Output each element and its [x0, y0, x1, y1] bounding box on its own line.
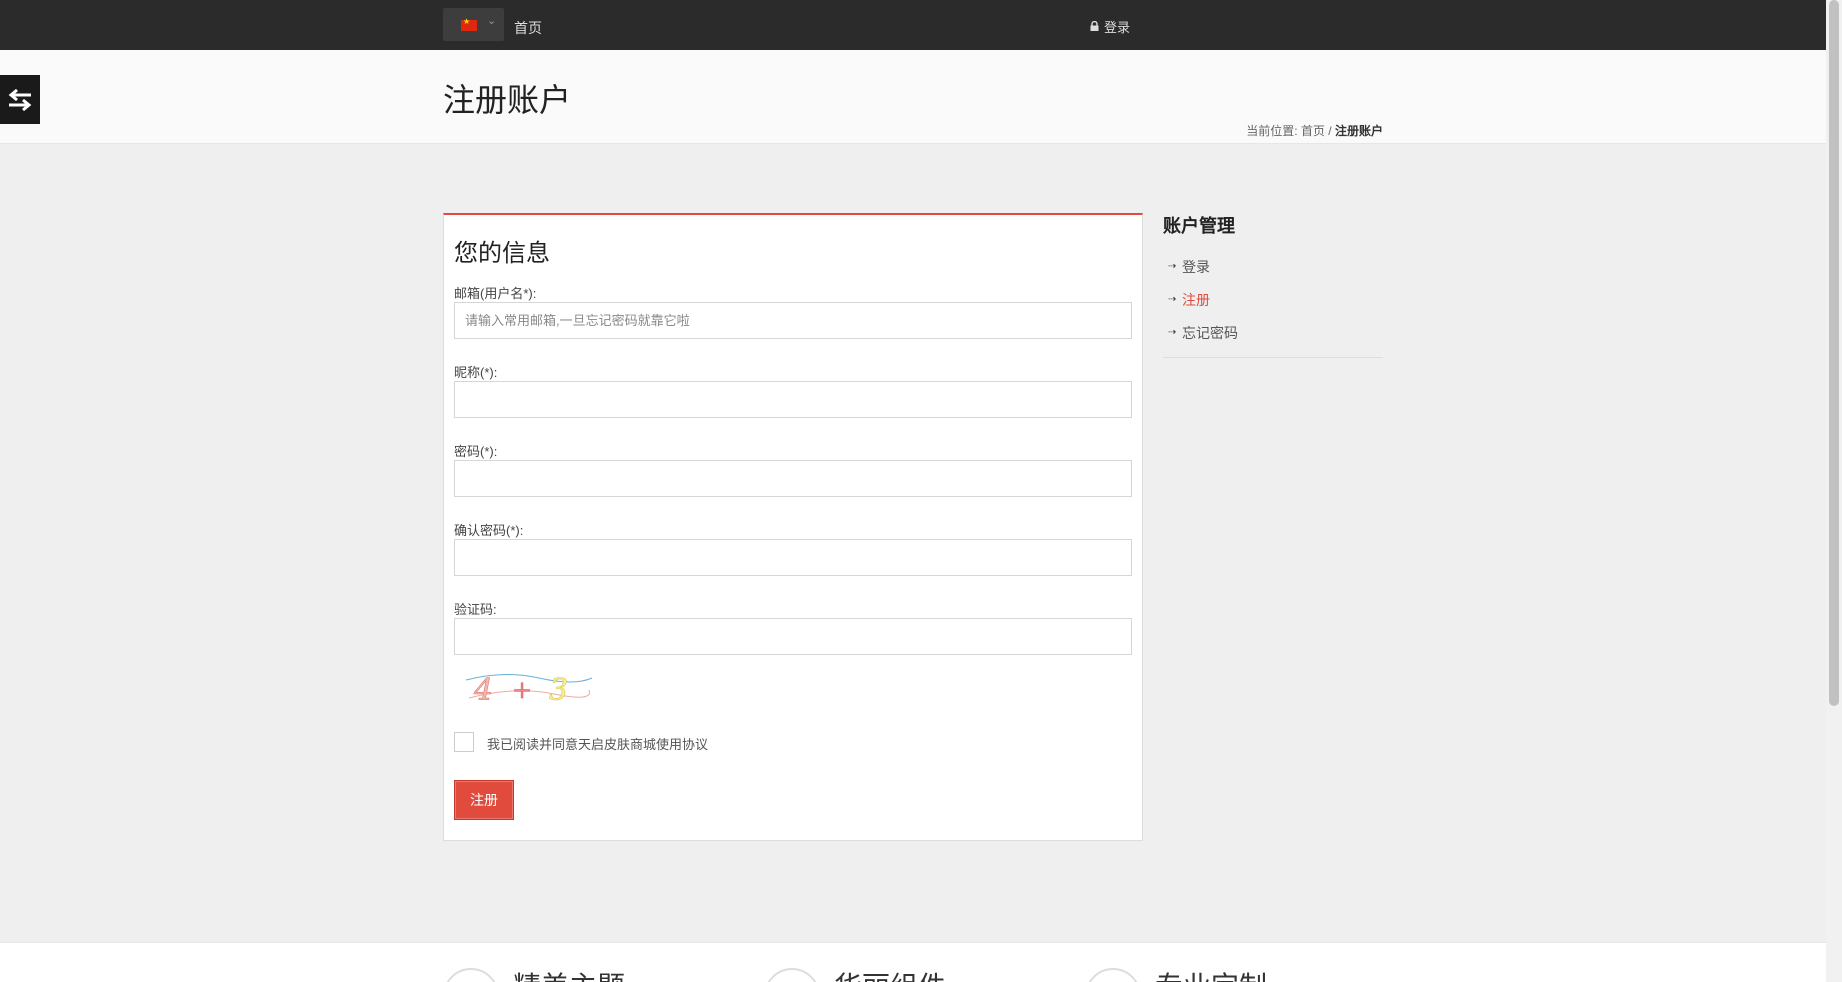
- nickname-input[interactable]: [454, 381, 1132, 418]
- language-selector[interactable]: ⌄: [443, 8, 504, 41]
- email-input[interactable]: [454, 302, 1132, 339]
- email-label: 邮箱(用户名*):: [454, 286, 537, 301]
- lock-icon: [1090, 20, 1099, 31]
- agree-terms-label[interactable]: 我已阅读并同意天启皮肤商城使用协议: [487, 734, 708, 753]
- breadcrumb-prefix: 当前位置:: [1246, 124, 1298, 138]
- top-navbar: ⌄ 首页 登录: [0, 0, 1826, 50]
- svg-text:3: 3: [549, 673, 568, 708]
- arrow-right-icon: ⇢: [1168, 261, 1177, 272]
- login-link[interactable]: 登录: [1090, 17, 1130, 36]
- feature-circle-icon: [1085, 968, 1141, 982]
- registration-form-panel: 您的信息 邮箱(用户名*): 昵称(*): 密码(*): 确认密码(*): 验证…: [443, 213, 1143, 841]
- confirm-password-label: 确认密码(*):: [454, 523, 524, 538]
- password-label: 密码(*):: [454, 444, 498, 459]
- captcha-image[interactable]: 4 + 3: [464, 668, 594, 708]
- nav-home-link[interactable]: 首页: [514, 18, 542, 38]
- captcha-label: 验证码:: [454, 602, 497, 617]
- register-button[interactable]: 注册: [454, 780, 514, 820]
- feature-title: 精美主题: [513, 965, 625, 982]
- feature-title: 专业定制: [1155, 965, 1267, 982]
- menu-item-label: 注册: [1182, 291, 1210, 308]
- password-input[interactable]: [454, 460, 1132, 497]
- svg-text:+: +: [512, 676, 532, 704]
- login-link-label: 登录: [1104, 20, 1131, 35]
- captcha-input[interactable]: [454, 618, 1132, 655]
- feature-item: 华丽组件: [764, 968, 946, 982]
- feature-circle-icon: [443, 968, 499, 982]
- svg-text:4: 4: [473, 673, 493, 708]
- feature-item: 精美主题: [443, 968, 625, 982]
- breadcrumb-home-link[interactable]: 首页: [1301, 124, 1325, 138]
- page-title: 注册账户: [443, 82, 572, 118]
- menu-item-login[interactable]: ⇢ 登录: [1163, 250, 1383, 283]
- page-header: 注册账户 当前位置: 首页 / 注册账户: [0, 50, 1826, 144]
- breadcrumb-separator: /: [1328, 124, 1332, 138]
- feature-title: 华丽组件: [834, 965, 946, 982]
- feature-item: 专业定制: [1085, 968, 1267, 982]
- scrollbar-thumb[interactable]: [1829, 0, 1839, 706]
- confirm-password-input[interactable]: [454, 539, 1132, 576]
- feature-circle-icon: [764, 968, 820, 982]
- arrow-right-icon: ⇢: [1168, 294, 1177, 305]
- breadcrumb-current: 注册账户: [1334, 124, 1383, 138]
- nickname-label: 昵称(*):: [454, 365, 498, 380]
- form-title: 您的信息: [454, 240, 550, 267]
- menu-item-label: 忘记密码: [1182, 324, 1238, 341]
- breadcrumb: 当前位置: 首页 / 注册账户: [1246, 122, 1383, 139]
- chevron-down-icon: ⌄: [487, 14, 497, 27]
- side-panel-toggle-button[interactable]: [0, 75, 40, 124]
- page-scrollbar[interactable]: [1826, 0, 1842, 982]
- features-section: 精美主题 华丽组件 专业定制: [0, 942, 1826, 982]
- swap-arrows-icon: [8, 88, 32, 111]
- menu-item-label: 登录: [1182, 258, 1210, 275]
- account-menu: ⇢ 登录 ⇢ 注册 ⇢ 忘记密码: [1163, 250, 1383, 358]
- agree-terms-checkbox[interactable]: [454, 732, 474, 752]
- menu-item-register[interactable]: ⇢ 注册: [1163, 283, 1383, 316]
- china-flag-icon: [461, 17, 477, 31]
- arrow-right-icon: ⇢: [1168, 327, 1177, 338]
- account-menu-title: 账户管理: [1163, 216, 1235, 236]
- menu-item-forgot-password[interactable]: ⇢ 忘记密码: [1163, 316, 1383, 349]
